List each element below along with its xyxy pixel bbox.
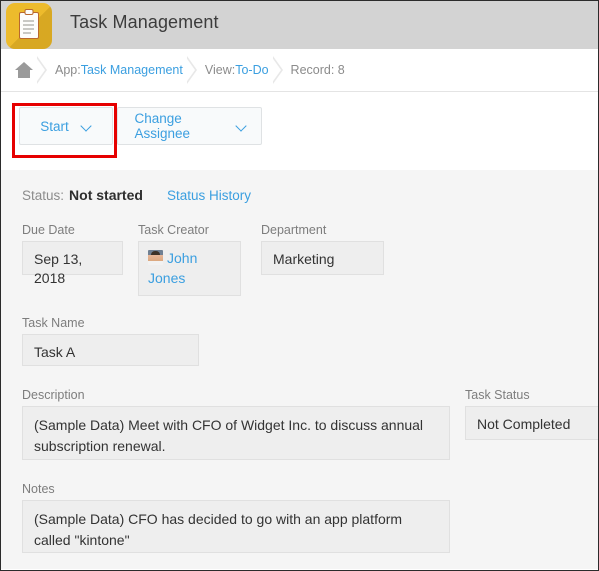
field-label-task-creator: Task Creator: [138, 223, 209, 237]
breadcrumb-separator: [269, 49, 291, 91]
field-value-task-name: Task A: [22, 334, 199, 366]
field-label-description: Description: [22, 388, 85, 402]
breadcrumb: App: Task Management View: To-Do Record:…: [1, 49, 598, 92]
breadcrumb-app-link[interactable]: Task Management: [81, 63, 183, 77]
field-description: Description (Sample Data) Meet with CFO …: [22, 388, 450, 460]
clipboard-clip: [24, 9, 34, 15]
home-icon[interactable]: [15, 62, 33, 78]
action-toolbar: Start Change Assignee: [1, 92, 598, 170]
breadcrumb-record-text: Record: 8: [290, 63, 345, 77]
change-assignee-button[interactable]: Change Assignee: [117, 107, 263, 145]
start-button[interactable]: Start: [19, 107, 113, 145]
breadcrumb-view-prefix: View:: [204, 63, 236, 77]
chevron-down-icon[interactable]: [82, 121, 92, 131]
breadcrumb-separator: [183, 49, 205, 91]
status-badge: Not started: [69, 187, 143, 203]
start-button-label: Start: [40, 118, 69, 134]
breadcrumb-app-prefix: App:: [55, 63, 81, 77]
field-department: Department Marketing: [261, 223, 384, 275]
clipboard-line: [23, 20, 34, 22]
field-task-status: Task Status Not Completed: [465, 388, 598, 440]
status-label: Status:: [22, 188, 65, 203]
field-value-task-creator: John Jones: [138, 241, 241, 296]
clipboard-glyph: [19, 9, 39, 39]
status-history-link[interactable]: Status History: [167, 188, 251, 203]
field-task-name: Task Name Task A: [22, 316, 199, 366]
breadcrumb-item-view: View: To-Do: [205, 49, 269, 91]
field-value-department: Marketing: [261, 241, 384, 275]
change-assignee-button-label: Change Assignee: [134, 111, 190, 141]
field-label-due-date: Due Date: [22, 223, 75, 237]
page-title: Task Management: [70, 12, 219, 32]
breadcrumb-item-app: App: Task Management: [55, 49, 183, 91]
app-header: Task Management: [1, 1, 598, 49]
field-value-due-date: Sep 13, 2018: [22, 241, 123, 286]
breadcrumb-item-record: Record: 8: [291, 49, 345, 91]
app-window: Task Management App: Task Management Vie…: [0, 0, 599, 571]
status-row: Status: Not started Status History: [22, 187, 251, 203]
field-label-department: Department: [261, 223, 327, 237]
record-detail-body: Status: Not started Status History Due D…: [1, 170, 598, 569]
breadcrumb-view-link[interactable]: To-Do: [235, 63, 268, 77]
clipboard-line: [23, 32, 31, 34]
chevron-down-icon[interactable]: [237, 121, 245, 131]
clipboard-line: [23, 28, 34, 30]
field-value-notes: (Sample Data) CFO has decided to go with…: [22, 500, 450, 553]
clipboard-icon: [6, 3, 52, 49]
field-value-description: (Sample Data) Meet with CFO of Widget In…: [22, 406, 450, 460]
avatar: [148, 250, 163, 265]
breadcrumb-separator: [33, 49, 55, 91]
field-label-notes: Notes: [22, 482, 55, 496]
clipboard-line: [23, 24, 34, 26]
field-label-task-status: Task Status: [465, 388, 530, 402]
field-notes: Notes (Sample Data) CFO has decided to g…: [22, 482, 450, 553]
field-value-task-status: Not Completed: [465, 406, 598, 440]
field-due-date: Due Date Sep 13, 2018: [22, 223, 123, 286]
field-task-creator: Task Creator John Jones: [138, 223, 241, 296]
field-label-task-name: Task Name: [22, 316, 85, 330]
